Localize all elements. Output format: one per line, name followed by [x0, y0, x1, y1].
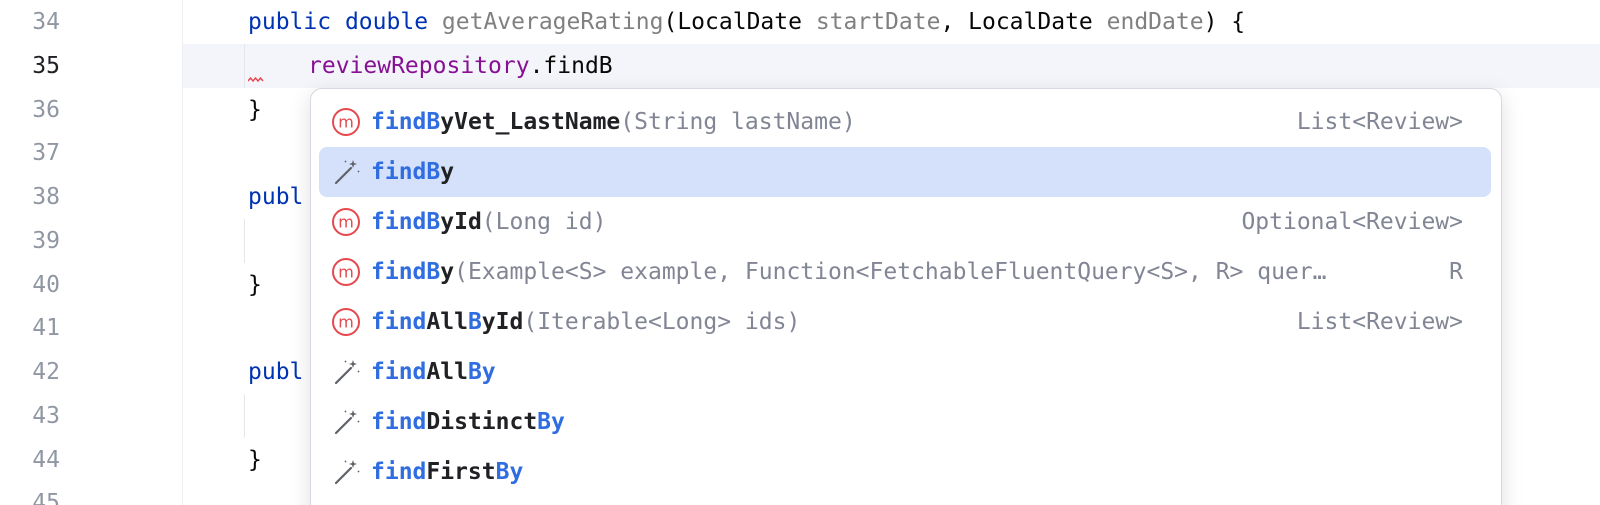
method-icon: m — [329, 205, 363, 239]
method-icon: m — [329, 255, 363, 289]
code-line-42[interactable]: publ — [248, 350, 303, 394]
completion-name: All — [426, 309, 468, 335]
completion-item[interactable]: m findBy(Example<S> example, Function<Fe… — [319, 247, 1491, 297]
field-reference: reviewRepository — [308, 53, 530, 79]
completion-name: yVet_LastName — [440, 109, 621, 135]
type-name: LocalDate — [677, 9, 802, 35]
error-squiggle-icon — [248, 76, 264, 83]
indent-guide — [244, 219, 245, 263]
completion-item-label: findFirstBy — [371, 459, 1491, 485]
completion-name: yId — [481, 309, 524, 335]
code-line-40[interactable]: } — [248, 263, 262, 307]
match-highlight: findB — [371, 259, 441, 285]
completion-item-label: findAllById(Iterable<Long> ids) — [371, 309, 1277, 335]
completion-name: First — [426, 459, 496, 485]
magic-wand-icon — [329, 455, 363, 489]
line-number: 42 — [32, 359, 60, 385]
completion-item[interactable]: m findById(Long id) Optional<Review> — [319, 197, 1491, 247]
completion-item[interactable]: findFirstBy — [319, 447, 1491, 497]
completion-item-label: findBy — [371, 159, 1491, 185]
completion-return-type: List<Review> — [1296, 309, 1463, 335]
line-number: 34 — [32, 9, 60, 35]
completion-item-label: findById(Long id) — [371, 209, 1221, 235]
type-name: LocalDate — [968, 9, 1093, 35]
method-icon: m — [329, 105, 363, 139]
line-number-gutter: 34 35 36 37 38 39 40 41 42 43 44 45 — [0, 0, 183, 505]
punctuation: ) { — [1203, 9, 1246, 35]
match-highlight: findB — [371, 109, 441, 135]
completion-signature: (Long id) — [481, 209, 607, 235]
code-completion-popup[interactable]: m findByVet_LastName(String lastName) Li… — [310, 88, 1502, 505]
svg-text:m: m — [338, 213, 354, 232]
completion-return-type: List<Review> — [1296, 109, 1463, 135]
method-name: getAverageRating — [441, 9, 664, 35]
completion-return-type: R — [1449, 259, 1463, 285]
match-highlight: find — [371, 459, 427, 485]
svg-text:m: m — [338, 313, 354, 332]
match-highlight: By — [537, 409, 565, 435]
line-number: 38 — [32, 184, 60, 210]
svg-text:m: m — [338, 113, 354, 132]
method-icon: m — [329, 305, 363, 339]
code-line-38[interactable]: publ — [248, 175, 303, 219]
match-highlight: findB — [371, 159, 441, 185]
code-line-34[interactable]: public double getAverageRating(LocalDate… — [248, 0, 1245, 44]
parameter-name: endDate — [1106, 9, 1204, 35]
completion-item-label: findBy(Example<S> example, Function<Fetc… — [371, 259, 1429, 285]
completion-item[interactable]: m findByVet_LastName(String lastName) Li… — [319, 97, 1491, 147]
code-line-35[interactable]: reviewRepository.findB — [308, 44, 613, 88]
current-line-highlight — [0, 44, 1600, 88]
keyword: public — [248, 9, 332, 35]
line-number-current: 35 — [32, 53, 60, 79]
parameter-name: startDate — [815, 9, 941, 35]
completion-return-type: Optional<Review> — [1241, 209, 1463, 235]
line-number: 40 — [32, 272, 60, 298]
match-highlight: findB — [371, 209, 441, 235]
completion-name: y — [440, 159, 455, 185]
code-editor[interactable]: 34 35 36 37 38 39 40 41 42 43 44 45 publ… — [0, 0, 1600, 505]
line-number: 41 — [32, 315, 60, 341]
completion-name: All — [426, 359, 468, 385]
indent-guide — [244, 44, 245, 88]
svg-text:m: m — [338, 263, 354, 282]
code-line-44[interactable]: } — [248, 438, 262, 482]
line-number: 39 — [32, 228, 60, 254]
match-highlight: By — [467, 359, 496, 385]
completion-signature: (String lastName) — [620, 109, 856, 135]
punctuation: , — [940, 9, 969, 35]
line-number: 45 — [32, 490, 60, 505]
keyword: double — [344, 9, 429, 35]
completion-item[interactable]: m findAllById(Iterable<Long> ids) List<R… — [319, 297, 1491, 347]
completion-item-label: findDistinctBy — [371, 409, 1491, 435]
magic-wand-icon — [329, 405, 363, 439]
completion-name: yId — [440, 209, 482, 235]
match-highlight: find — [371, 409, 427, 435]
match-highlight: By — [495, 459, 524, 485]
completion-name: Distinct — [426, 409, 538, 435]
code-line-36[interactable]: } — [248, 88, 262, 132]
magic-wand-icon — [329, 155, 363, 189]
line-number: 44 — [32, 447, 60, 473]
completion-item-selected[interactable]: findBy — [319, 147, 1491, 197]
line-number: 43 — [32, 403, 60, 429]
magic-wand-icon — [329, 355, 363, 389]
match-highlight: find — [371, 359, 427, 385]
match-highlight: find — [371, 309, 427, 335]
completion-item-label: findAllBy — [371, 359, 1491, 385]
completion-item[interactable]: findAllBy — [319, 347, 1491, 397]
completion-name: y — [440, 259, 455, 285]
indent-guide — [244, 394, 245, 438]
completion-item-label: findByVet_LastName(String lastName) — [371, 109, 1277, 135]
punctuation: ( — [663, 9, 678, 35]
line-number: 36 — [32, 97, 60, 123]
typed-text: .findB — [529, 53, 613, 79]
completion-signature: (Iterable<Long> ids) — [523, 309, 801, 335]
completion-item[interactable]: findDistinctBy — [319, 397, 1491, 447]
completion-signature: (Example<S> example, Function<FetchableF… — [454, 259, 1327, 285]
line-number: 37 — [32, 140, 60, 166]
match-highlight: B — [467, 309, 482, 335]
